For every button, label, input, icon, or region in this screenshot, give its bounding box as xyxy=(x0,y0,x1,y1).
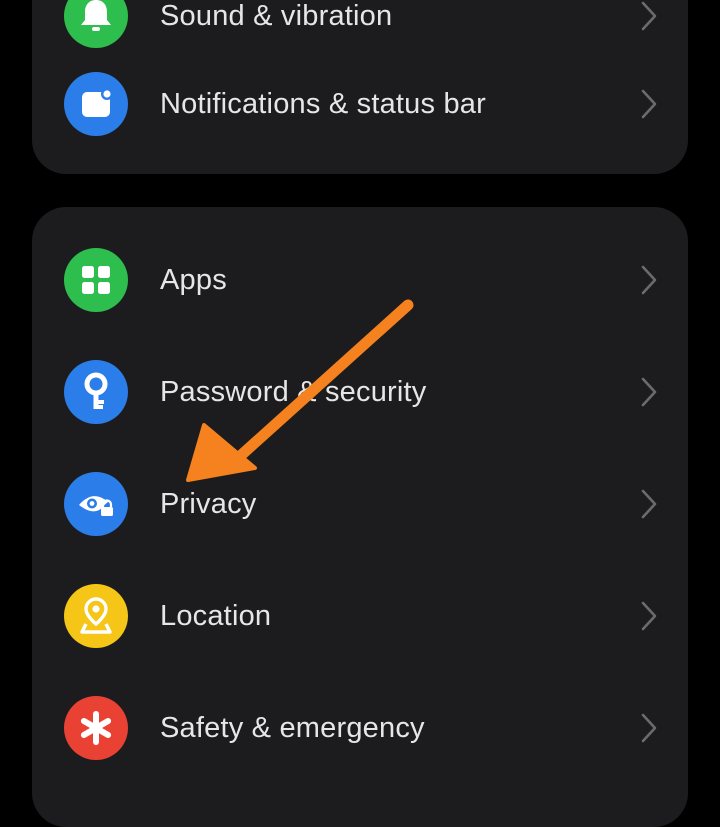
settings-item-label: Privacy xyxy=(160,488,257,520)
apps-grid-icon xyxy=(64,248,128,312)
privacy-eye-lock-icon xyxy=(64,472,128,536)
settings-group-apps-security: Apps Password & security Privacy Locatio… xyxy=(32,207,688,827)
chevron-right-icon xyxy=(638,376,660,408)
settings-item-label: Apps xyxy=(160,264,227,296)
chevron-right-icon xyxy=(638,88,660,120)
settings-item-password-security[interactable]: Password & security xyxy=(32,336,688,448)
settings-item-label: Location xyxy=(160,600,272,632)
chevron-right-icon xyxy=(638,488,660,520)
key-icon xyxy=(64,360,128,424)
settings-item-apps[interactable]: Apps xyxy=(32,224,688,336)
chevron-right-icon xyxy=(638,0,660,32)
chevron-right-icon xyxy=(638,264,660,296)
chevron-right-icon xyxy=(638,712,660,744)
settings-item-privacy[interactable]: Privacy xyxy=(32,448,688,560)
location-pin-icon xyxy=(64,584,128,648)
chevron-right-icon xyxy=(638,600,660,632)
settings-item-label: Safety & emergency xyxy=(160,712,425,744)
asterisk-icon xyxy=(64,696,128,760)
settings-item-location[interactable]: Location xyxy=(32,560,688,672)
settings-group-system: Sound & vibration Notifications & status… xyxy=(32,0,688,174)
notification-icon xyxy=(64,72,128,136)
settings-item-safety-emergency[interactable]: Safety & emergency xyxy=(32,672,688,784)
settings-item-label: Notifications & status bar xyxy=(160,88,486,120)
bell-icon xyxy=(64,0,128,48)
settings-item-label: Password & security xyxy=(160,376,427,408)
settings-item-notifications-status-bar[interactable]: Notifications & status bar xyxy=(32,48,688,160)
